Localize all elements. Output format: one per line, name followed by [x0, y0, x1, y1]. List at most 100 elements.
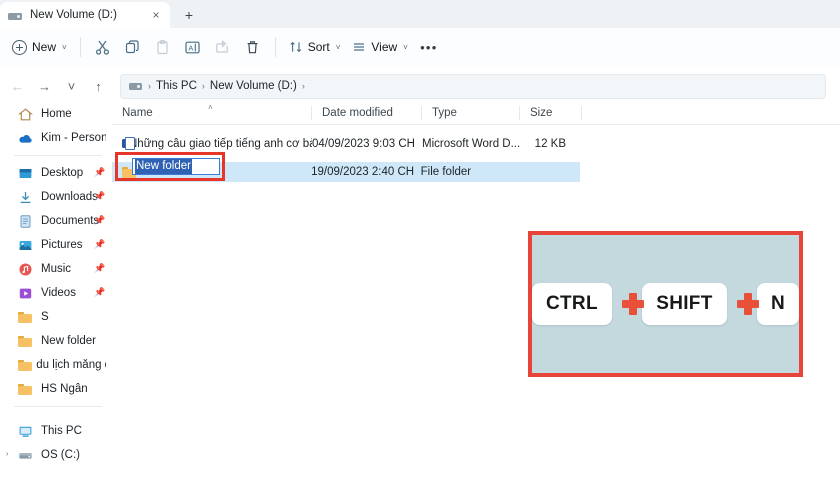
column-header-name[interactable]: Name ˄ — [112, 102, 312, 125]
address-bar: ← → ˅ ↑ › This PC › New Volume (D:) › — [0, 70, 840, 102]
chevron-down-icon: ˅ — [62, 43, 67, 52]
breadcrumb-item-new-volume-d[interactable]: New Volume (D:) — [210, 80, 297, 92]
sidebar-item-label: New folder — [41, 335, 96, 347]
type-cell: Microsoft Word D... — [422, 138, 520, 150]
sidebar-item-downloads[interactable]: Downloads 📌 — [0, 185, 112, 209]
recent-locations-button[interactable]: ˅ — [58, 73, 85, 99]
new-button-label: New — [32, 40, 56, 54]
command-bar: New ˅ A — [0, 28, 840, 66]
paste-icon — [148, 33, 178, 61]
tab-new-volume-d[interactable]: New Volume (D:) × — [0, 2, 170, 28]
file-name-text: Những câu giao tiếp tiếng anh cơ bản — [129, 138, 312, 150]
sidebar-item-label: Pictures — [41, 239, 83, 251]
sidebar-item-label: Desktop — [41, 167, 83, 179]
onedrive-icon — [18, 131, 33, 146]
sidebar-item-this-pc[interactable]: This PC — [0, 419, 112, 443]
view-button[interactable]: View ˅ — [346, 34, 413, 60]
sort-label: Sort — [308, 40, 330, 54]
sidebar-item-pictures[interactable]: Pictures 📌 — [0, 233, 112, 257]
forward-button[interactable]: → — [31, 73, 58, 99]
sidebar-item-label: This PC — [41, 425, 82, 437]
sidebar-item-kim-personal[interactable]: Kim - Personal — [0, 126, 112, 150]
divider — [275, 37, 276, 57]
key-label: CTRL — [546, 293, 598, 315]
folder-icon — [18, 359, 28, 372]
sidebar-item-label: Home — [41, 108, 72, 120]
sidebar-item-s[interactable]: S — [0, 305, 112, 329]
key-label: SHIFT — [656, 293, 712, 315]
delete-icon[interactable] — [238, 33, 268, 61]
column-header-type[interactable]: Type — [422, 102, 520, 125]
chevron-down-icon: ˅ — [336, 43, 341, 52]
sidebar-item-label: OS (C:) — [41, 449, 80, 461]
sidebar-item-music[interactable]: Music 📌 — [0, 257, 112, 281]
thispc-icon — [18, 424, 33, 439]
divider — [14, 406, 102, 407]
back-button[interactable]: ← — [4, 73, 31, 99]
downloads-icon — [18, 190, 33, 205]
pin-icon[interactable]: 📌 — [94, 216, 103, 226]
navigation-pane: Home Kim - Personal Desktop 📌 Downloads … — [0, 102, 112, 500]
plus-circle-icon — [12, 40, 27, 55]
sidebar-item-du-lich-mang-den[interactable]: du lịch măng đen tự — [0, 353, 112, 377]
file-explorer-window: New Volume (D:) × + New ˅ — [0, 0, 840, 500]
home-icon — [18, 107, 33, 122]
sidebar-item-label: du lịch măng đen tự — [36, 359, 106, 371]
more-options-button[interactable]: ••• — [414, 34, 444, 60]
close-icon[interactable]: × — [148, 7, 164, 23]
tab-strip: New Volume (D:) × + — [0, 0, 840, 28]
column-label: Date modified — [322, 107, 393, 119]
music-icon — [18, 262, 33, 277]
sidebar-item-label: Documents — [41, 215, 99, 227]
chevron-down-icon: ˅ — [403, 43, 408, 52]
column-header-size[interactable]: Size — [520, 102, 582, 125]
plus-icon — [737, 293, 747, 315]
new-tab-button[interactable]: + — [176, 3, 202, 27]
key-ctrl: CTRL — [532, 283, 612, 325]
column-headers: Name ˄ Date modified Type Size — [112, 102, 840, 125]
documents-icon — [18, 214, 33, 229]
sidebar-item-os-c[interactable]: › OS (C:) — [0, 443, 112, 467]
sort-button[interactable]: Sort ˅ — [283, 34, 347, 60]
new-button[interactable]: New ˅ — [8, 34, 73, 60]
sidebar-item-hs-ngan[interactable]: HS Ngân — [0, 377, 112, 401]
rename-icon[interactable]: A — [178, 33, 208, 61]
sidebar-item-home[interactable]: Home — [0, 102, 112, 126]
sidebar-item-label: Videos — [41, 287, 76, 299]
date-modified-cell: 04/09/2023 9:03 CH — [312, 138, 422, 150]
pin-icon[interactable]: 📌 — [94, 240, 103, 250]
plus-icon — [622, 293, 632, 315]
videos-icon — [18, 286, 33, 301]
sidebar-item-videos[interactable]: Videos 📌 — [0, 281, 112, 305]
drive-icon — [8, 9, 23, 22]
cut-icon[interactable] — [88, 33, 118, 61]
column-header-date-modified[interactable]: Date modified — [312, 102, 422, 125]
divider — [14, 155, 102, 156]
divider — [80, 37, 81, 57]
breadcrumb-separator: › — [148, 81, 151, 91]
table-row[interactable]: Những câu giao tiếp tiếng anh cơ bản 04/… — [112, 134, 840, 154]
pin-icon[interactable]: 📌 — [94, 168, 103, 178]
up-button[interactable]: ↑ — [85, 73, 112, 99]
spacer — [0, 412, 112, 419]
key-shift: SHIFT — [642, 283, 726, 325]
pictures-icon — [18, 238, 33, 253]
copy-icon[interactable] — [118, 33, 148, 61]
share-icon — [208, 33, 238, 61]
sidebar-item-label: Downloads — [41, 191, 98, 203]
pin-icon[interactable]: 📌 — [94, 288, 103, 298]
breadcrumb-item-this-pc[interactable]: This PC — [156, 80, 197, 92]
sidebar-item-new-folder[interactable]: New folder — [0, 329, 112, 353]
shortcut-overlay: CTRL SHIFT N — [528, 231, 803, 377]
column-label: Type — [432, 107, 457, 119]
chevron-right-icon[interactable]: › — [6, 451, 8, 458]
sidebar-item-documents[interactable]: Documents 📌 — [0, 209, 112, 233]
breadcrumb-separator: › — [302, 81, 305, 91]
pin-icon[interactable]: 📌 — [94, 192, 103, 202]
column-label: Name — [122, 107, 153, 119]
column-label: Size — [530, 107, 552, 119]
file-name-cell: Những câu giao tiếp tiếng anh cơ bản — [112, 137, 312, 151]
breadcrumb[interactable]: › This PC › New Volume (D:) › — [120, 74, 826, 99]
sidebar-item-desktop[interactable]: Desktop 📌 — [0, 161, 112, 185]
pin-icon[interactable]: 📌 — [94, 264, 103, 274]
